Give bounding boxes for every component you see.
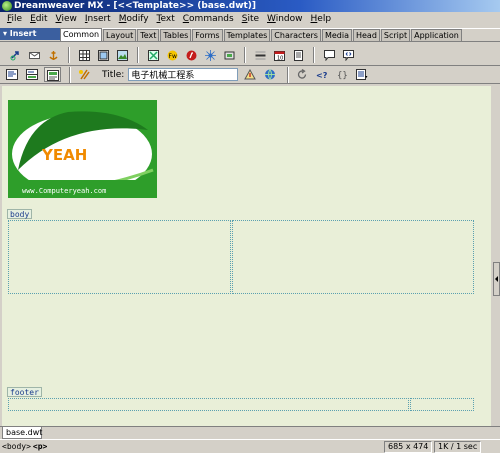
reference-icon[interactable]: <?> [314, 67, 331, 82]
document-tab-base-dwt[interactable]: base.dwt [2, 427, 42, 439]
title-label: Title: [102, 69, 125, 80]
date-icon[interactable]: 10 [270, 46, 287, 63]
menu-edit[interactable]: Edit [26, 12, 51, 26]
dreamweaver-app-icon [2, 1, 12, 11]
document-toolbar: Title: <?> {} [0, 66, 500, 84]
window-title: Dreamweaver MX - [<<Template>> (base.dwt… [14, 1, 257, 11]
tab-application[interactable]: Application [411, 29, 462, 41]
document-title-input[interactable] [128, 68, 239, 81]
view-options-icon[interactable] [354, 67, 371, 82]
footer-cell-right[interactable] [410, 398, 474, 411]
tag-selector: <body> <p> [2, 441, 49, 453]
computeryeah-logo: YEAH www.Computeryeah.com [8, 100, 157, 198]
tab-layout[interactable]: Layout [103, 29, 137, 41]
body-cell-right[interactable] [232, 220, 474, 294]
svg-text:{}: {} [337, 71, 348, 80]
toolbar-separator [244, 46, 246, 63]
design-view-icon[interactable] [44, 67, 61, 82]
footer-region-label[interactable]: footer [7, 387, 42, 397]
table-icon[interactable] [75, 46, 92, 63]
menu-bar: File Edit View Insert Modify Text Comman… [0, 12, 500, 26]
flash-icon[interactable] [182, 46, 199, 63]
layer-icon[interactable] [94, 46, 111, 63]
horizontal-rule-icon[interactable] [251, 46, 268, 63]
panel-collapse-handle[interactable] [493, 262, 500, 296]
code-view-icon[interactable] [4, 67, 21, 82]
image-icon[interactable] [113, 46, 130, 63]
tab-common[interactable]: Common [60, 28, 103, 41]
menu-window[interactable]: Window [263, 12, 307, 26]
insert-bar: ▾ Insert Common Layout Text Tables Forms… [0, 28, 500, 42]
toolbar-separator [69, 66, 71, 83]
tab-text[interactable]: Text [137, 29, 160, 41]
menu-view[interactable]: View [52, 12, 81, 26]
svg-text:Fw: Fw [169, 53, 177, 60]
body-region-label[interactable]: body [7, 209, 33, 219]
tag-chooser-icon[interactable] [339, 46, 356, 63]
menu-site[interactable]: Site [238, 12, 263, 26]
tab-templates[interactable]: Templates [223, 29, 271, 41]
comment-icon[interactable] [320, 46, 337, 63]
body-cell-left[interactable] [8, 220, 231, 294]
logo-yeah-text: YEAH [41, 146, 87, 164]
tab-media[interactable]: Media [321, 29, 352, 41]
window-size-readout[interactable]: 685 x 474 [384, 441, 433, 453]
menu-insert[interactable]: Insert [81, 12, 115, 26]
svg-text:10: 10 [277, 56, 283, 62]
preview-in-browser-icon[interactable] [262, 67, 279, 82]
shockwave-icon[interactable] [201, 46, 218, 63]
toolbar-separator [68, 46, 70, 63]
download-time-readout: 1K / 1 sec [434, 441, 482, 453]
toolbar-separator [287, 66, 290, 83]
named-anchor-icon[interactable] [44, 46, 61, 63]
live-data-icon[interactable] [76, 67, 93, 82]
tag-body[interactable]: <body> [2, 442, 31, 451]
insert-icon-row: Fw 10 [0, 44, 500, 66]
insert-tabs: Common Layout Text Tables Forms Template… [60, 28, 463, 41]
tab-tables[interactable]: Tables [160, 29, 192, 41]
menu-file[interactable]: File [3, 12, 26, 26]
file-management-icon[interactable] [242, 67, 259, 82]
generator-icon[interactable] [220, 46, 237, 63]
menu-modify[interactable]: Modify [115, 12, 153, 26]
toolbar-separator [313, 46, 315, 63]
menu-help[interactable]: Help [307, 12, 336, 26]
code-navigation-icon[interactable]: {} [334, 67, 351, 82]
hyperlink-icon[interactable] [6, 46, 23, 63]
tabular-data-icon[interactable] [289, 46, 306, 63]
refresh-icon[interactable] [294, 67, 311, 82]
design-view-canvas[interactable]: YEAH www.Computeryeah.com body footer [2, 86, 491, 426]
rollover-image-icon[interactable] [144, 46, 161, 63]
insert-panel-label[interactable]: ▾ Insert [0, 28, 60, 40]
footer-cell-left[interactable] [8, 398, 409, 411]
menu-text[interactable]: Text [153, 12, 179, 26]
toolbar-separator [137, 46, 139, 63]
fireworks-html-icon[interactable]: Fw [163, 46, 180, 63]
tag-p[interactable]: <p> [33, 442, 47, 451]
window-title-bar: Dreamweaver MX - [<<Template>> (base.dwt… [0, 0, 500, 12]
logo-url-text: www.Computeryeah.com [22, 187, 106, 195]
tab-characters[interactable]: Characters [271, 29, 321, 41]
tab-script[interactable]: Script [380, 29, 411, 41]
tab-forms[interactable]: Forms [192, 29, 223, 41]
split-view-icon[interactable] [24, 67, 41, 82]
tab-head[interactable]: Head [352, 29, 380, 41]
menu-commands[interactable]: Commands [179, 12, 238, 26]
svg-text:<?>: <?> [316, 71, 328, 80]
email-link-icon[interactable] [25, 46, 42, 63]
document-tab-strip: base.dwt [0, 426, 500, 439]
status-bar: <body> <p> 685 x 474 1K / 1 sec [0, 439, 500, 453]
